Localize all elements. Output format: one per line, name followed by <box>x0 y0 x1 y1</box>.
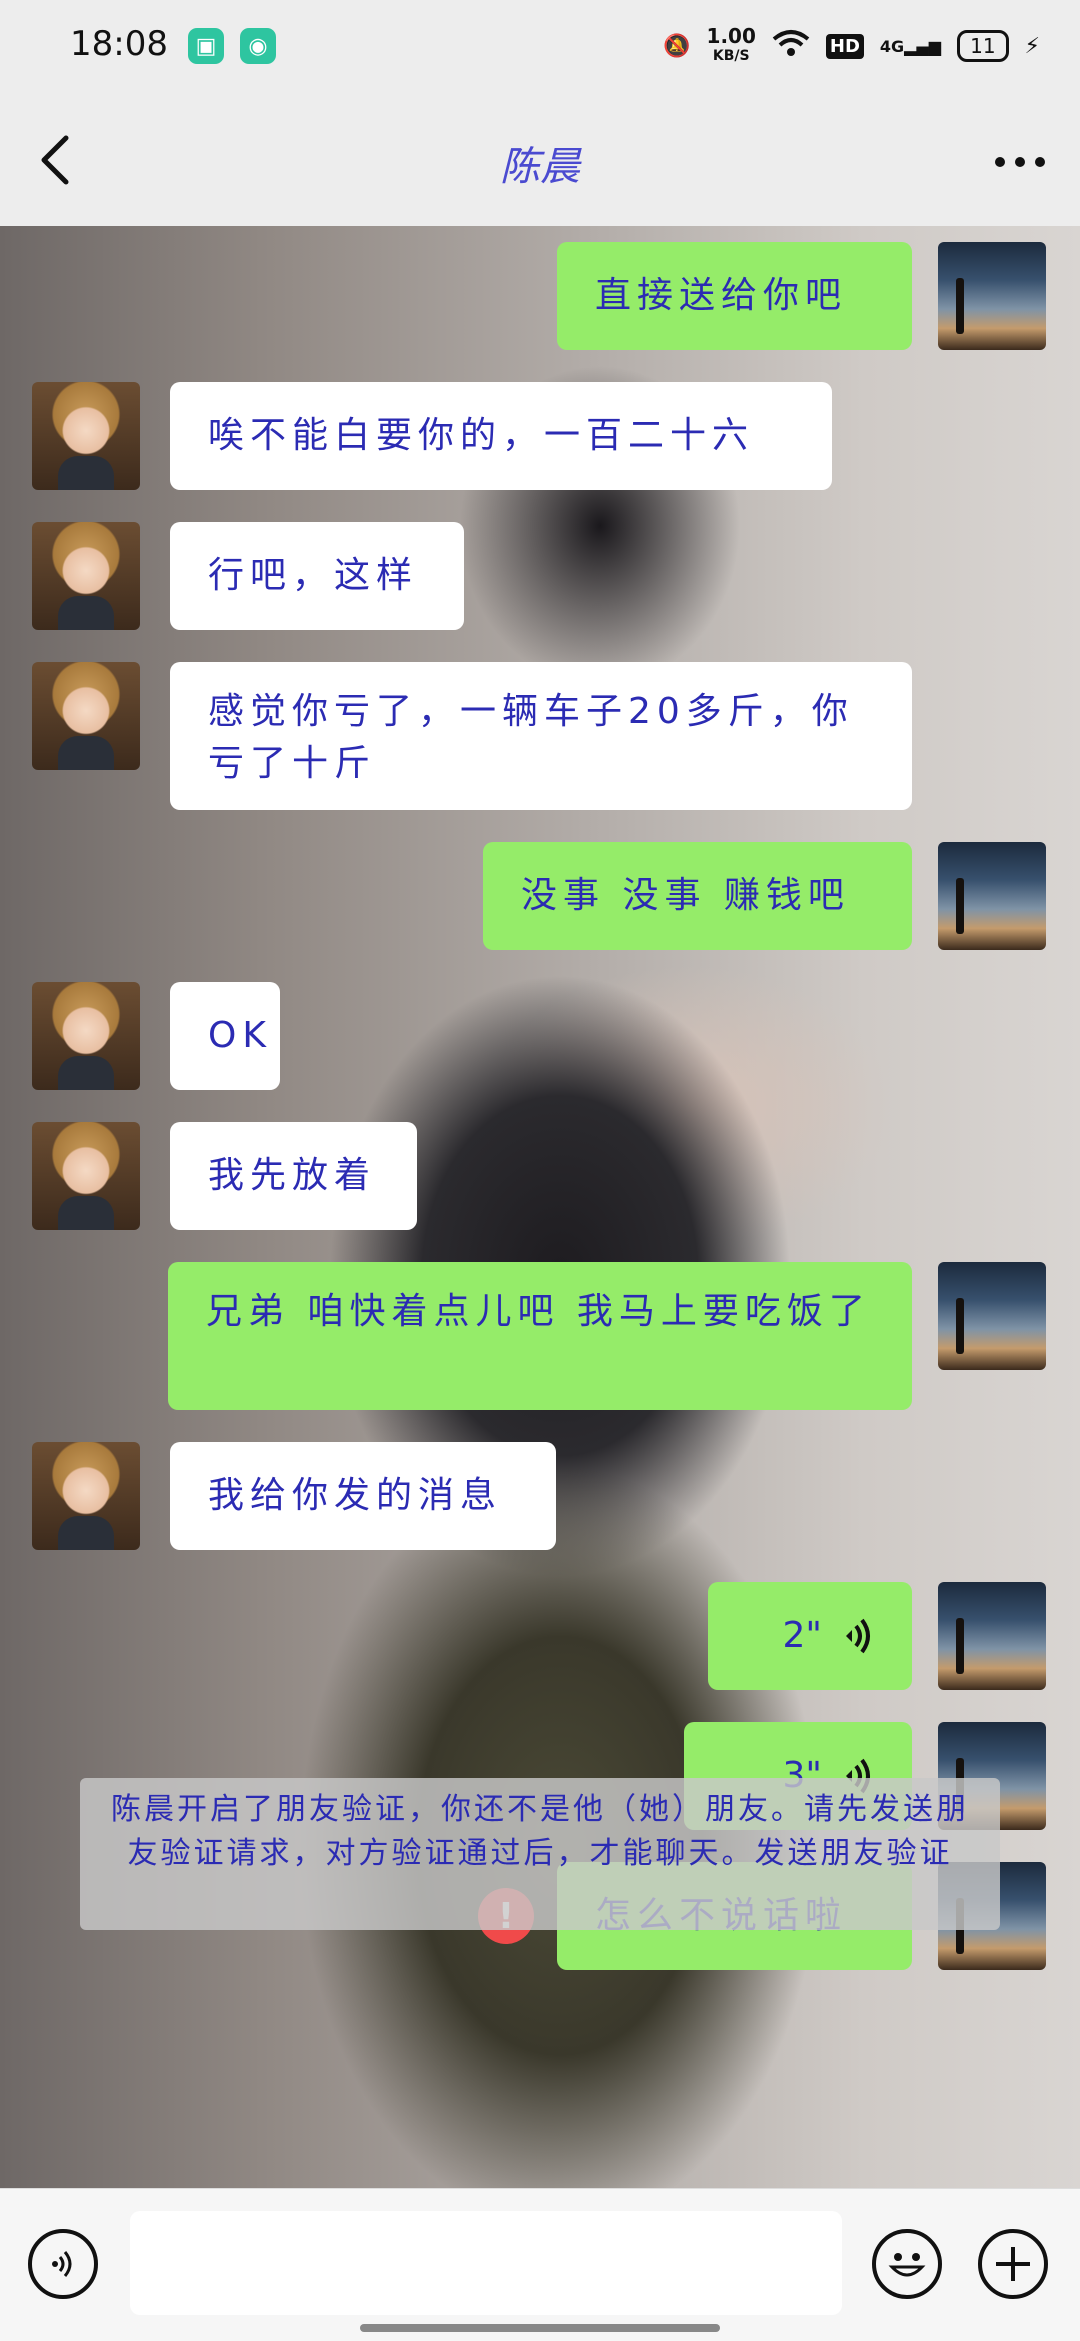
friend-avatar[interactable] <box>32 662 140 770</box>
plus-icon <box>996 2247 1030 2281</box>
signal-icon: 4G▂▄▆ <box>879 36 942 56</box>
wifi-icon <box>772 29 810 63</box>
battery-indicator: 11 <box>957 30 1009 62</box>
home-indicator[interactable] <box>360 2324 720 2332</box>
my-avatar[interactable] <box>938 242 1046 350</box>
emoji-icon <box>888 2253 926 2277</box>
message-text: OK <box>208 1015 272 1056</box>
message-text: 直接送给你吧 <box>595 275 848 316</box>
message-text: 我先放着 <box>208 1155 377 1196</box>
friend-avatar[interactable] <box>32 522 140 630</box>
status-icons: 🔕 1.00 KB/S HD 4G▂▄▆ 11 ⚡ <box>663 26 1040 66</box>
message-bubble-received[interactable]: 行吧，这样 <box>170 522 464 630</box>
input-bar <box>0 2188 1080 2341</box>
message-text: 行吧，这样 <box>208 555 419 596</box>
message-text: 兄弟 咱快着点儿吧 我马上要吃饭了 <box>206 1291 871 1332</box>
mute-icon: 🔕 <box>663 33 691 59</box>
net-speed-value: 1.00 <box>706 24 756 48</box>
friend-avatar[interactable] <box>32 382 140 490</box>
message-bubble-sent[interactable]: 没事 没事 赚钱吧 <box>483 842 912 950</box>
status-time: 18:08 <box>70 24 168 64</box>
message-bubble-sent[interactable]: 兄弟 咱快着点儿吧 我马上要吃饭了 <box>168 1262 912 1410</box>
my-avatar[interactable] <box>938 1582 1046 1690</box>
chat-header: 陈晨 <box>0 96 1080 227</box>
message-text: 没事 没事 赚钱吧 <box>521 875 850 916</box>
system-notice: 陈晨开启了朋友验证，你还不是他（她）朋友。请先发送朋友验证请求，对方验证通过后，… <box>80 1778 1000 1930</box>
message-bubble-received[interactable]: OK <box>170 982 280 1090</box>
message-input[interactable] <box>130 2211 842 2315</box>
charging-icon: ⚡ <box>1024 33 1040 59</box>
message-bubble-received[interactable]: 感觉你亏了，一辆车子20多斤，你亏了十斤 <box>170 662 912 810</box>
message-bubble-received[interactable]: 我给你发的消息 <box>170 1442 556 1550</box>
status-bar: 18:08 ▣ ◉ 🔕 1.00 KB/S HD 4G▂▄▆ 11 ⚡ <box>0 0 1080 96</box>
app-notification-icon: ▣ <box>188 28 224 64</box>
message-bubble-sent[interactable]: 直接送给你吧 <box>557 242 912 350</box>
message-text: 感觉你亏了，一辆车子20多斤，你亏了十斤 <box>208 691 854 784</box>
friend-avatar[interactable] <box>32 1122 140 1230</box>
voice-message-bubble[interactable]: 2" <box>708 1582 912 1690</box>
voice-toggle-icon <box>52 2251 72 2277</box>
net-speed-unit: KB/S <box>712 48 750 64</box>
chat-title: 陈晨 <box>500 144 580 190</box>
emoji-button[interactable] <box>872 2229 942 2299</box>
voice-toggle-button[interactable] <box>28 2229 98 2299</box>
my-avatar[interactable] <box>938 842 1046 950</box>
voice-wave-icon <box>846 1618 870 1654</box>
message-text: 唉不能白要你的，一百二十六 <box>208 415 755 456</box>
voice-duration: 2" <box>782 1615 822 1656</box>
net-speed: 1.00 KB/S <box>707 26 756 66</box>
network-type: 4G <box>879 36 905 56</box>
friend-avatar[interactable] <box>32 1442 140 1550</box>
my-avatar[interactable] <box>938 1262 1046 1370</box>
message-bubble-received[interactable]: 唉不能白要你的，一百二十六 <box>170 382 832 490</box>
message-text: 我给你发的消息 <box>208 1475 503 1516</box>
friend-avatar[interactable] <box>32 982 140 1090</box>
hd-badge: HD <box>825 33 864 59</box>
message-notification-icon: ◉ <box>240 28 276 64</box>
plus-button[interactable] <box>978 2229 1048 2299</box>
more-icon[interactable] <box>994 156 1046 168</box>
message-bubble-received[interactable]: 我先放着 <box>170 1122 417 1230</box>
send-verification-link[interactable]: 发送朋友验证 <box>755 1836 953 1871</box>
